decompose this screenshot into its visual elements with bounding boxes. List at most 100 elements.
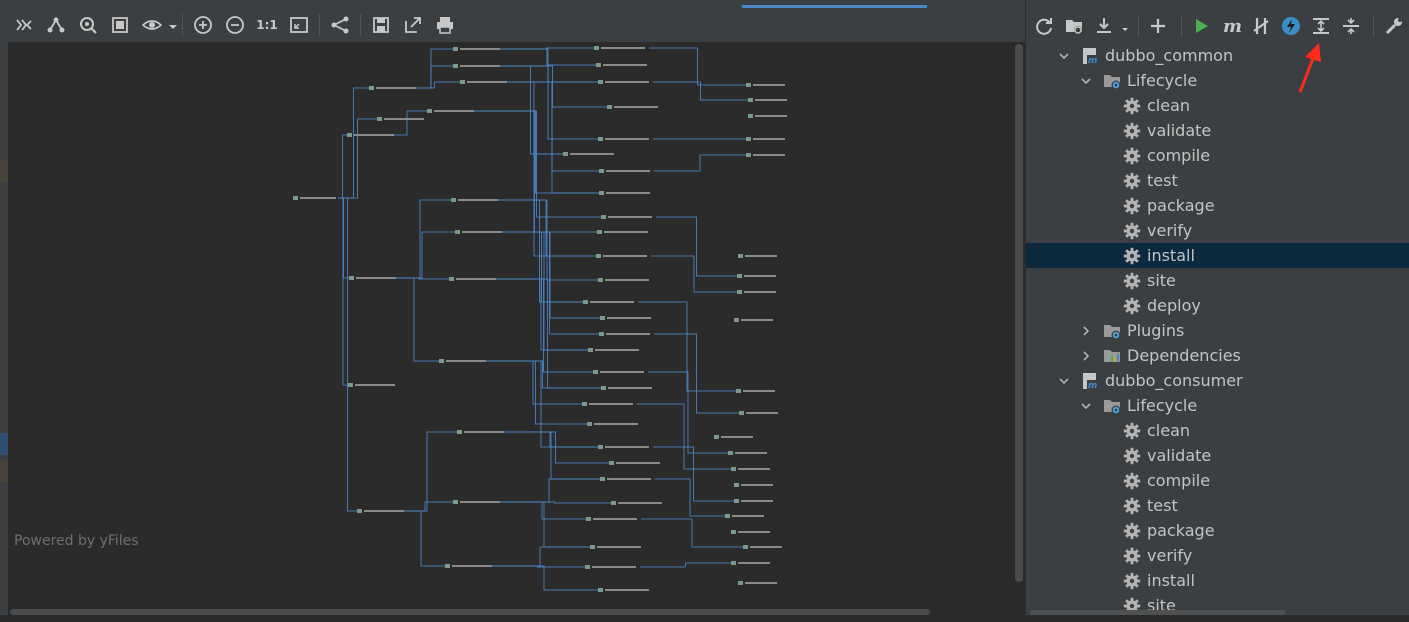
chevron-down-icon[interactable]: [1121, 11, 1129, 41]
scroll-thumb[interactable]: [1015, 44, 1023, 582]
find-icon[interactable]: [72, 10, 104, 40]
run-icon[interactable]: [1188, 11, 1215, 41]
preview-icon[interactable]: [136, 10, 168, 40]
plus-icon[interactable]: [1145, 11, 1172, 41]
save-icon[interactable]: [365, 10, 397, 40]
dependency-node[interactable]: [445, 564, 492, 568]
chevron-down-icon[interactable]: [168, 10, 178, 40]
dependency-node[interactable]: [453, 500, 500, 504]
chevron-down-icon[interactable]: [1079, 68, 1093, 93]
dependency-node[interactable]: [596, 63, 647, 67]
chevron-right-icon[interactable]: [1079, 318, 1093, 343]
fit-content-icon[interactable]: [104, 10, 136, 40]
maven-project-dubbo-common[interactable]: m dubbo_common: [1026, 43, 1409, 68]
lifecycle-goal-validate[interactable]: validate: [1026, 118, 1409, 143]
scroll-thumb[interactable]: [10, 609, 930, 615]
dependency-node[interactable]: [349, 276, 396, 280]
dependency-node[interactable]: [609, 461, 660, 465]
dependency-node[interactable]: [601, 215, 652, 219]
chevron-down-icon[interactable]: [1079, 393, 1093, 418]
toggle-skip-tests-icon[interactable]: [1247, 11, 1274, 41]
dependency-node[interactable]: [451, 198, 498, 202]
dependency-node[interactable]: [738, 254, 777, 258]
dependency-node[interactable]: [714, 435, 753, 439]
dependency-node[interactable]: [599, 169, 650, 173]
scroll-thumb[interactable]: [1030, 610, 1285, 615]
lifecycle-goal-clean[interactable]: clean: [1026, 93, 1409, 118]
dependency-node[interactable]: [357, 509, 404, 513]
wrench-icon[interactable]: [1380, 11, 1407, 41]
collapse-all-icon[interactable]: [1337, 11, 1364, 41]
dependency-node[interactable]: [585, 565, 636, 569]
dependency-node[interactable]: [369, 86, 416, 90]
dependency-node[interactable]: [734, 318, 773, 322]
actual-size-button[interactable]: 1:1: [251, 10, 283, 40]
vertical-scrollbar[interactable]: [1014, 42, 1025, 607]
lifecycle-goal-verify[interactable]: verify: [1026, 218, 1409, 243]
dependency-node[interactable]: [734, 483, 773, 487]
dependency-node[interactable]: [597, 230, 648, 234]
dependency-node[interactable]: [293, 196, 336, 200]
tree-node-lifecycle[interactable]: Lifecycle: [1026, 68, 1409, 93]
dependency-node[interactable]: [596, 254, 647, 258]
maven-project-dubbo-consumer[interactable]: m dubbo_consumer: [1026, 368, 1409, 393]
dependency-node[interactable]: [598, 137, 649, 141]
dependency-node[interactable]: [737, 290, 776, 294]
collapse-icon[interactable]: [8, 10, 40, 40]
dependency-node[interactable]: [746, 153, 785, 157]
dependency-node[interactable]: [598, 278, 649, 282]
chevron-down-icon[interactable]: [1057, 43, 1071, 68]
lifecycle-goal-package[interactable]: package: [1026, 518, 1409, 543]
lifecycle-goal-compile[interactable]: compile: [1026, 143, 1409, 168]
dependency-node[interactable]: [347, 133, 394, 137]
dependency-node[interactable]: [601, 386, 652, 390]
hierarchy-layout-icon[interactable]: [40, 10, 72, 40]
dependency-node[interactable]: [453, 47, 500, 51]
chevron-down-icon[interactable]: [1057, 368, 1071, 393]
dependency-node[interactable]: [586, 517, 637, 521]
lifecycle-goal-test[interactable]: test: [1026, 168, 1409, 193]
horizontal-scrollbar[interactable]: [8, 607, 1014, 615]
lifecycle-goal-site[interactable]: site: [1026, 268, 1409, 293]
dependency-node[interactable]: [611, 501, 662, 505]
dependency-node[interactable]: [746, 137, 785, 141]
dependency-node[interactable]: [731, 467, 770, 471]
lifecycle-goal-clean[interactable]: clean: [1026, 418, 1409, 443]
dependency-node[interactable]: [743, 545, 782, 549]
tree-node-lifecycle[interactable]: Lifecycle: [1026, 393, 1409, 418]
dependency-node[interactable]: [377, 117, 424, 121]
dependency-node[interactable]: [598, 80, 649, 84]
dependency-node[interactable]: [563, 152, 614, 156]
dependency-node[interactable]: [449, 277, 496, 281]
dependency-node[interactable]: [588, 348, 639, 352]
dependency-node[interactable]: [600, 477, 651, 481]
download-icon[interactable]: [1091, 11, 1118, 41]
dependency-node[interactable]: [748, 114, 787, 118]
dependency-node[interactable]: [427, 109, 474, 113]
dependency-node[interactable]: [737, 274, 776, 278]
graph-layout-icon[interactable]: [324, 10, 356, 40]
lightning-icon[interactable]: [1277, 11, 1304, 41]
dependency-node[interactable]: [587, 422, 638, 426]
lifecycle-goal-compile[interactable]: compile: [1026, 468, 1409, 493]
dependency-node[interactable]: [460, 80, 507, 84]
dependency-node[interactable]: [736, 389, 775, 393]
dependency-node[interactable]: [725, 514, 764, 518]
dependency-node[interactable]: [739, 411, 778, 415]
dependency-node[interactable]: [731, 530, 770, 534]
dependency-node[interactable]: [748, 98, 787, 102]
dependency-node[interactable]: [453, 64, 500, 68]
chevron-right-icon[interactable]: [1079, 343, 1093, 368]
lifecycle-goal-package[interactable]: package: [1026, 193, 1409, 218]
print-icon[interactable]: [429, 10, 461, 40]
dependency-node[interactable]: [348, 383, 395, 387]
lifecycle-goal-validate[interactable]: validate: [1026, 443, 1409, 468]
dependency-node[interactable]: [455, 230, 502, 234]
dependency-node[interactable]: [734, 499, 773, 503]
maven-m-icon[interactable]: m: [1217, 11, 1244, 41]
fit-page-icon[interactable]: [283, 10, 315, 40]
zoom-out-icon[interactable]: [219, 10, 251, 40]
dependency-node[interactable]: [594, 46, 645, 50]
lifecycle-goal-install[interactable]: install: [1026, 243, 1409, 268]
dependency-node[interactable]: [598, 445, 649, 449]
